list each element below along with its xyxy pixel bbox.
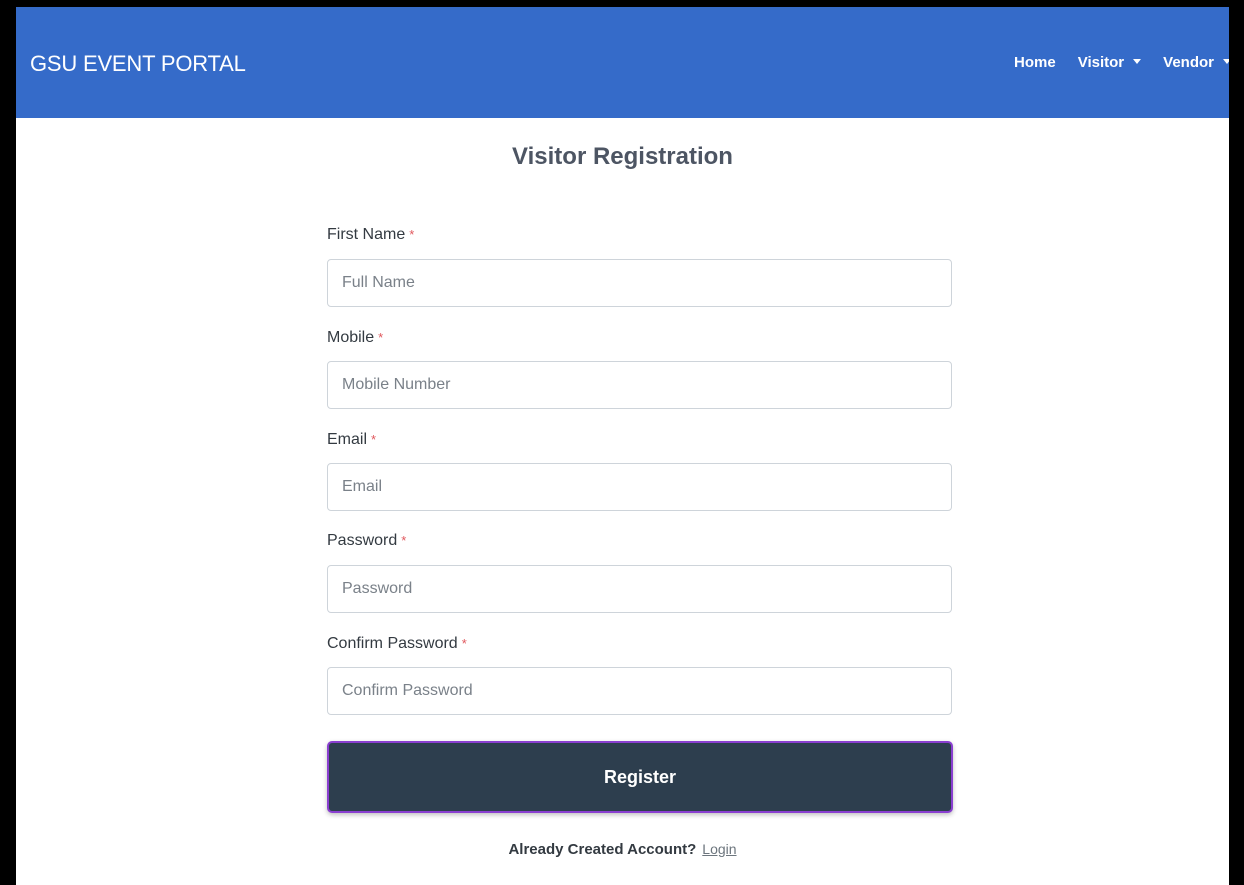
nav-visitor-label: Visitor — [1077, 54, 1125, 71]
nav-links: Home Visitor Vendor — [992, 54, 1229, 71]
login-prompt: Already Created Account? Login — [16, 841, 1229, 858]
page-frame: GSU EVENT PORTAL Home Visitor Vendor Vis… — [16, 7, 1229, 885]
caret-down-icon — [1133, 58, 1142, 64]
mobile-label-text: Mobile — [327, 329, 375, 346]
nav-visitor-dropdown[interactable]: Visitor — [1077, 54, 1142, 71]
required-marker: * — [461, 636, 467, 651]
nav-home-label: Home — [1014, 54, 1056, 71]
mobile-input[interactable] — [327, 361, 952, 409]
confirm-password-input[interactable] — [327, 667, 952, 715]
register-button[interactable]: Register — [327, 741, 953, 813]
required-marker: * — [371, 432, 377, 447]
confirm-password-label-text: Confirm Password — [327, 635, 458, 652]
login-prompt-text: Already Created Account? — [508, 841, 697, 858]
email-label: Email * — [327, 431, 376, 449]
login-link[interactable]: Login — [702, 841, 736, 857]
password-label-text: Password — [327, 532, 398, 549]
required-marker: * — [378, 330, 384, 345]
required-marker: * — [401, 533, 407, 548]
required-marker: * — [409, 227, 415, 242]
navbar: GSU EVENT PORTAL Home Visitor Vendor — [16, 7, 1229, 118]
nav-vendor-label: Vendor — [1163, 54, 1214, 71]
caret-down-icon — [1223, 58, 1229, 64]
email-input[interactable] — [327, 463, 952, 511]
first-name-input[interactable] — [327, 259, 952, 307]
password-label: Password * — [327, 532, 406, 550]
confirm-password-label: Confirm Password * — [327, 635, 467, 653]
first-name-label-text: First Name — [327, 226, 406, 243]
password-input[interactable] — [327, 565, 952, 613]
brand-title[interactable]: GSU EVENT PORTAL — [30, 51, 246, 77]
nav-home-link[interactable]: Home — [1014, 54, 1056, 71]
first-name-label: First Name * — [327, 226, 414, 244]
nav-vendor-dropdown[interactable]: Vendor — [1163, 54, 1229, 71]
page-title: Visitor Registration — [512, 143, 733, 170]
email-label-text: Email — [327, 431, 368, 448]
mobile-label: Mobile * — [327, 329, 383, 347]
